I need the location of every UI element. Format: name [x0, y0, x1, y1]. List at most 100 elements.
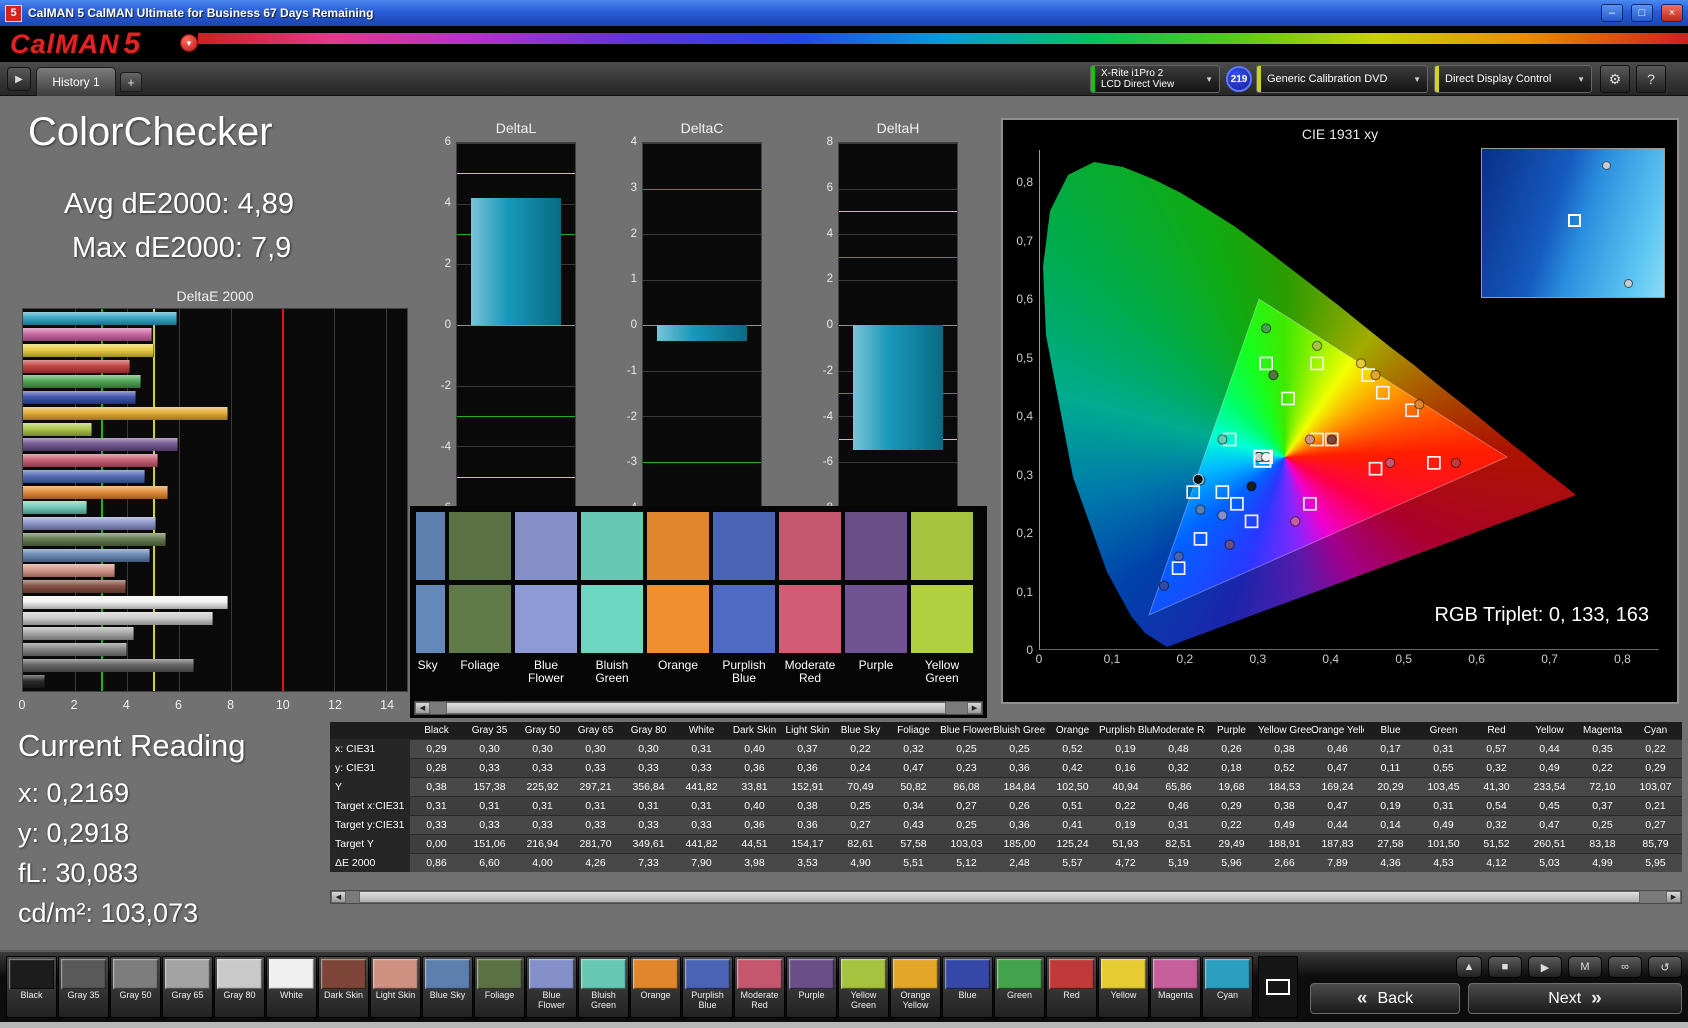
bar-row: [23, 311, 407, 327]
cell-orange-yellow: 169,24: [1311, 778, 1364, 797]
patch-button-green[interactable]: Green: [994, 956, 1045, 1018]
cell-orange-yellow: 7,89: [1311, 854, 1364, 873]
mode-button[interactable]: M: [1568, 956, 1602, 978]
next-button[interactable]: Next »: [1468, 983, 1682, 1014]
back-button[interactable]: « Back: [1310, 983, 1460, 1014]
scroll-right-icon[interactable]: ▶: [967, 702, 982, 714]
settings-button[interactable]: ⚙: [1600, 65, 1630, 93]
measured-swatch: [416, 585, 445, 653]
column-header-dark-skin: Dark Skin: [728, 722, 781, 740]
deltae-bar-purplish-blue: [23, 470, 145, 483]
deltae-bar-light-skin: [23, 564, 115, 577]
measured-point-blue-sky: [1196, 505, 1205, 514]
cell-gray-50: 0,33: [516, 816, 569, 835]
swatch-pair-foliage: Foliage: [449, 512, 511, 685]
scrollbar-track[interactable]: [430, 702, 967, 714]
patch-button-yellow[interactable]: Yellow: [1098, 956, 1149, 1018]
patch-button-white[interactable]: White: [266, 956, 317, 1018]
cell-green: 103,45: [1417, 778, 1470, 797]
loop-button[interactable]: ∞: [1608, 956, 1642, 978]
patch-button-moderate-red[interactable]: Moderate Red: [734, 956, 785, 1018]
deltae-bar-white: [23, 596, 228, 609]
scroll-right-icon[interactable]: ▶: [1666, 891, 1681, 903]
pattern-window-button[interactable]: [1258, 956, 1298, 1018]
cell-blue-flower: 86,08: [940, 778, 993, 797]
swatch-pair-blue-sky: Blue Sky: [416, 512, 445, 685]
display-control-dropdown[interactable]: Direct Display Control ▼: [1434, 65, 1592, 93]
scrollbar-track[interactable]: [346, 891, 1666, 903]
cell-yellow: 0,45: [1523, 797, 1576, 816]
deltae-bar-yellow: [23, 344, 154, 357]
target-point-magenta: [1304, 498, 1316, 510]
maximize-button[interactable]: □: [1631, 4, 1653, 22]
swatch-scrollbar[interactable]: ◀ ▶: [414, 701, 983, 715]
add-tab-button[interactable]: +: [120, 72, 142, 92]
swatch-label: Bluish Green: [581, 659, 643, 685]
meter-label: X-Rite i1Pro 2 LCD Direct View: [1101, 68, 1199, 91]
cell-green: 0,55: [1417, 759, 1470, 778]
measured-point-dark-skin: [1327, 435, 1336, 444]
deltae-bar-green: [23, 375, 141, 388]
deltae-bar-moderate-red: [23, 454, 158, 467]
cell-moderate-red: 65,86: [1152, 778, 1205, 797]
patch-button-purple[interactable]: Purple: [786, 956, 837, 1018]
patch-button-gray-35[interactable]: Gray 35: [58, 956, 109, 1018]
patch-swatch: [1049, 959, 1094, 989]
table-row: Y0,38157,38225,92297,21356,84441,8233,81…: [330, 778, 1682, 797]
patch-button-blue[interactable]: Blue: [942, 956, 993, 1018]
cell-cyan: 0,29: [1629, 759, 1682, 778]
patch-button-black[interactable]: Black: [6, 956, 57, 1018]
meter-dropdown[interactable]: X-Rite i1Pro 2 LCD Direct View ▼: [1090, 65, 1220, 93]
source-dropdown[interactable]: Generic Calibration DVD ▼: [1256, 65, 1428, 93]
cell-black: 0,33: [410, 816, 463, 835]
cell-gray-80: 356,84: [622, 778, 675, 797]
axis-tick-label: 6: [445, 136, 451, 148]
patch-button-gray-50[interactable]: Gray 50: [110, 956, 161, 1018]
patch-button-purplish-blue[interactable]: Purplish Blue: [682, 956, 733, 1018]
patch-button-cyan[interactable]: Cyan: [1202, 956, 1253, 1018]
patch-button-magenta[interactable]: Magenta: [1150, 956, 1201, 1018]
patch-button-orange[interactable]: Orange: [630, 956, 681, 1018]
scroll-left-icon[interactable]: ◀: [415, 702, 430, 714]
play-button[interactable]: ▶: [1528, 956, 1562, 978]
patch-swatch: [373, 959, 418, 989]
measurement-table: BlackGray 35Gray 50Gray 65Gray 80WhiteDa…: [330, 722, 1682, 872]
patch-button-blue-sky[interactable]: Blue Sky: [422, 956, 473, 1018]
tab-bar: ▶ History 1 + X-Rite i1Pro 2 LCD Direct …: [0, 62, 1688, 96]
cell-yellow: 233,54: [1523, 778, 1576, 797]
column-header-blue-flower: Blue Flower: [940, 722, 993, 740]
patch-label: Blue Flower: [529, 991, 574, 1011]
scroll-up-button[interactable]: ▲: [1456, 956, 1482, 978]
repeat-button[interactable]: ↺: [1648, 956, 1682, 978]
patch-button-dark-skin[interactable]: Dark Skin: [318, 956, 369, 1018]
logo-menu-button[interactable]: ▼: [180, 34, 198, 52]
patch-button-yellow-green[interactable]: Yellow Green: [838, 956, 889, 1018]
tab-history-1[interactable]: History 1: [36, 67, 116, 96]
scrollbar-thumb[interactable]: [446, 702, 945, 714]
column-header-purple: Purple: [1205, 722, 1258, 740]
row-label: y: CIE31: [330, 759, 410, 778]
cell-gray-50: 0,30: [516, 740, 569, 759]
corner-cell: [330, 722, 410, 740]
measured-point-black: [1247, 482, 1256, 491]
stop-button[interactable]: ■: [1488, 956, 1522, 978]
cell-purplish-blue: 0,22: [1099, 797, 1152, 816]
patch-button-blue-flower[interactable]: Blue Flower: [526, 956, 577, 1018]
patch-button-foliage[interactable]: Foliage: [474, 956, 525, 1018]
source-status-strip: [1257, 66, 1261, 92]
cell-white: 0,31: [675, 740, 728, 759]
patch-button-orange-yellow[interactable]: Orange Yellow: [890, 956, 941, 1018]
close-button[interactable]: ×: [1661, 4, 1683, 22]
table-scrollbar[interactable]: ◀ ▶: [330, 890, 1682, 904]
scroll-left-icon[interactable]: ◀: [331, 891, 346, 903]
patch-button-light-skin[interactable]: Light Skin: [370, 956, 421, 1018]
minimize-button[interactable]: –: [1601, 4, 1623, 22]
scrollbar-thumb[interactable]: [359, 891, 1639, 903]
help-button[interactable]: ?: [1636, 65, 1666, 93]
tab-nav-button[interactable]: ▶: [7, 67, 31, 91]
patch-button-gray-80[interactable]: Gray 80: [214, 956, 265, 1018]
patch-button-red[interactable]: Red: [1046, 956, 1097, 1018]
patch-button-bluish-green[interactable]: Bluish Green: [578, 956, 629, 1018]
patch-button-gray-65[interactable]: Gray 65: [162, 956, 213, 1018]
play-icon: ▶: [1541, 961, 1549, 974]
